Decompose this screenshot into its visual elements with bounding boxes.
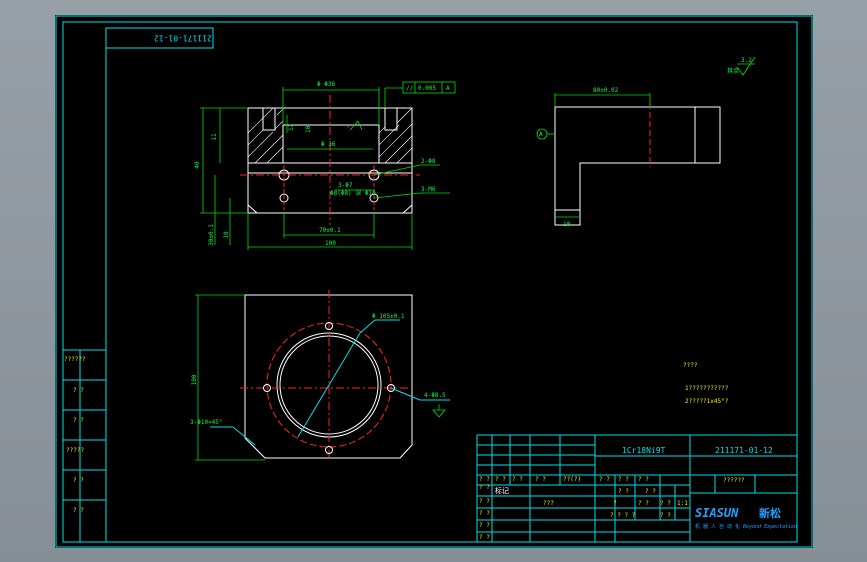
tb-row-mark-5: ? ? <box>479 534 490 541</box>
roughness-symbol: 其余 3.2 <box>727 56 756 76</box>
dim-right-small: 10 <box>563 221 571 228</box>
tolerance-symbol: // <box>406 85 414 92</box>
svg-text:✓: ✓ <box>347 123 351 130</box>
dim-side-1: 30±0.1 <box>208 224 215 246</box>
sheet-outer-border <box>55 15 813 548</box>
left-table-row-6: ? ? <box>73 507 84 514</box>
company-logo-cn: 新松 <box>759 506 781 520</box>
drawing-canvas: 211171-01-12 ?????? ? ? ? ? ????? ? ? ? … <box>55 15 813 548</box>
tb-cell-tag: 标记 <box>495 486 509 495</box>
company-sub-en: Beyond Expectation <box>743 524 797 530</box>
tb-row4-1: ? ? ? ? <box>610 512 636 519</box>
note-2: 2?????1x45°? <box>685 398 729 405</box>
tb-header-3: ? ? <box>512 476 523 483</box>
tb-row3-2: ? <box>613 500 617 507</box>
tb-scale-2: ? ? <box>645 488 656 495</box>
tb-header-6: ? ? <box>599 476 610 483</box>
tb-header-4: ? ? <box>535 476 546 483</box>
roughness-value: 3.2 <box>741 57 752 64</box>
left-table-row-5: ? ? <box>73 477 84 484</box>
left-side-table: ?????? ? ? ? ? ????? ? ? ? ? <box>62 48 107 543</box>
dim-slot-ref: 10 <box>305 125 312 133</box>
tb-header-8: ? ? <box>638 476 649 483</box>
dim-side-2: 10 <box>223 231 230 239</box>
note-hole-4: 3-M6 <box>421 186 436 193</box>
left-table-row-3: ? ? <box>73 417 84 424</box>
tb-row4-2: ? ? <box>660 512 671 519</box>
left-table-row-4: ????? <box>66 447 84 454</box>
tb-material: 1Cr18Ni9T <box>622 446 666 455</box>
tb-scale-1: ? ? <box>618 488 629 495</box>
right-side-view: 80±0.02 10 A <box>536 87 721 228</box>
left-table-row-1: ?????? <box>64 356 86 363</box>
dim-top-width: Φ Φ36 <box>317 81 335 88</box>
tb-row-mark-4: ? ? <box>479 522 490 529</box>
datum-label: A <box>539 131 543 138</box>
tb-row3-3: ? ? <box>638 500 649 507</box>
company-logo: SIASUN <box>695 506 739 520</box>
note-hole-2: 3-Φ7 <box>338 182 353 189</box>
company-sub: 机 器 人 自 动 化 <box>695 523 740 530</box>
dim-height-total: 40 <box>194 161 201 169</box>
tb-row3-5: 1:1 <box>677 500 688 507</box>
notes-title: ???? <box>683 362 698 369</box>
dim-bottom: 70±0.1 <box>319 227 341 234</box>
dim-base-width: 100 <box>325 240 336 247</box>
front-section-view: Φ Φ36 // 0.005 A 40 11 12 10 Φ 36 ✓ 2-Φ8… <box>194 81 456 250</box>
note-hole-3: Φ8(Φ8) 深 Φ10 <box>330 189 376 197</box>
note-bolt: 4-Φ8.5 <box>424 392 446 399</box>
left-table-row-2: ? ? <box>73 387 84 394</box>
tb-row-mark-1: ? ? <box>479 484 490 491</box>
tb-header-1: ? ? <box>479 476 490 483</box>
roughness-label: 其余 <box>727 67 739 75</box>
dim-bore: Φ 36 <box>321 141 336 148</box>
note-1: 1??????????? <box>685 385 729 392</box>
corner-code-text: 211171-01-12 <box>154 34 212 43</box>
tb-row-mark-2: ? ? <box>479 498 490 505</box>
tb-title-cell: ?????? <box>723 477 745 484</box>
note-hole-1: 2-Φ8 <box>421 158 436 165</box>
dim-height-upper: 11 <box>211 133 218 141</box>
dim-circle: Φ 105±0.1 <box>372 313 405 320</box>
tb-row-mark-3: ? ? <box>479 510 490 517</box>
tb-header-5: ??(?) <box>563 476 581 483</box>
tb-header-2: ? ? <box>495 476 506 483</box>
dim-slot-depth: 12 <box>288 123 295 131</box>
tb-drawing-number: 211171-01-12 <box>715 446 773 455</box>
dim-right-width: 80±0.02 <box>593 87 619 94</box>
cad-viewport[interactable]: 211171-01-12 ?????? ? ? ? ? ????? ? ? ? … <box>0 0 867 562</box>
tolerance-datum: A <box>446 85 450 92</box>
dim-left-height: 100 <box>191 374 198 385</box>
top-view: Φ 105±0.1 100 3-Φ10×45° 4-Φ8.5 <box>190 290 450 461</box>
tolerance-value: 0.005 <box>418 85 436 92</box>
sheet-inner-border <box>62 21 798 543</box>
tb-header-7: ? ? <box>618 476 629 483</box>
tb-row3-4: ? ? <box>660 500 671 507</box>
title-block: ? ? ? ? ? ? ? ? ? ? ? ? ? ? ? ? ? ? ??(?… <box>476 434 798 543</box>
note-chamfer: 3-Φ10×45° <box>190 419 223 426</box>
drawing-sheet[interactable]: 211171-01-12 ?????? ? ? ? ? ????? ? ? ? … <box>55 15 813 548</box>
tb-row3-1: ??? <box>543 500 554 507</box>
